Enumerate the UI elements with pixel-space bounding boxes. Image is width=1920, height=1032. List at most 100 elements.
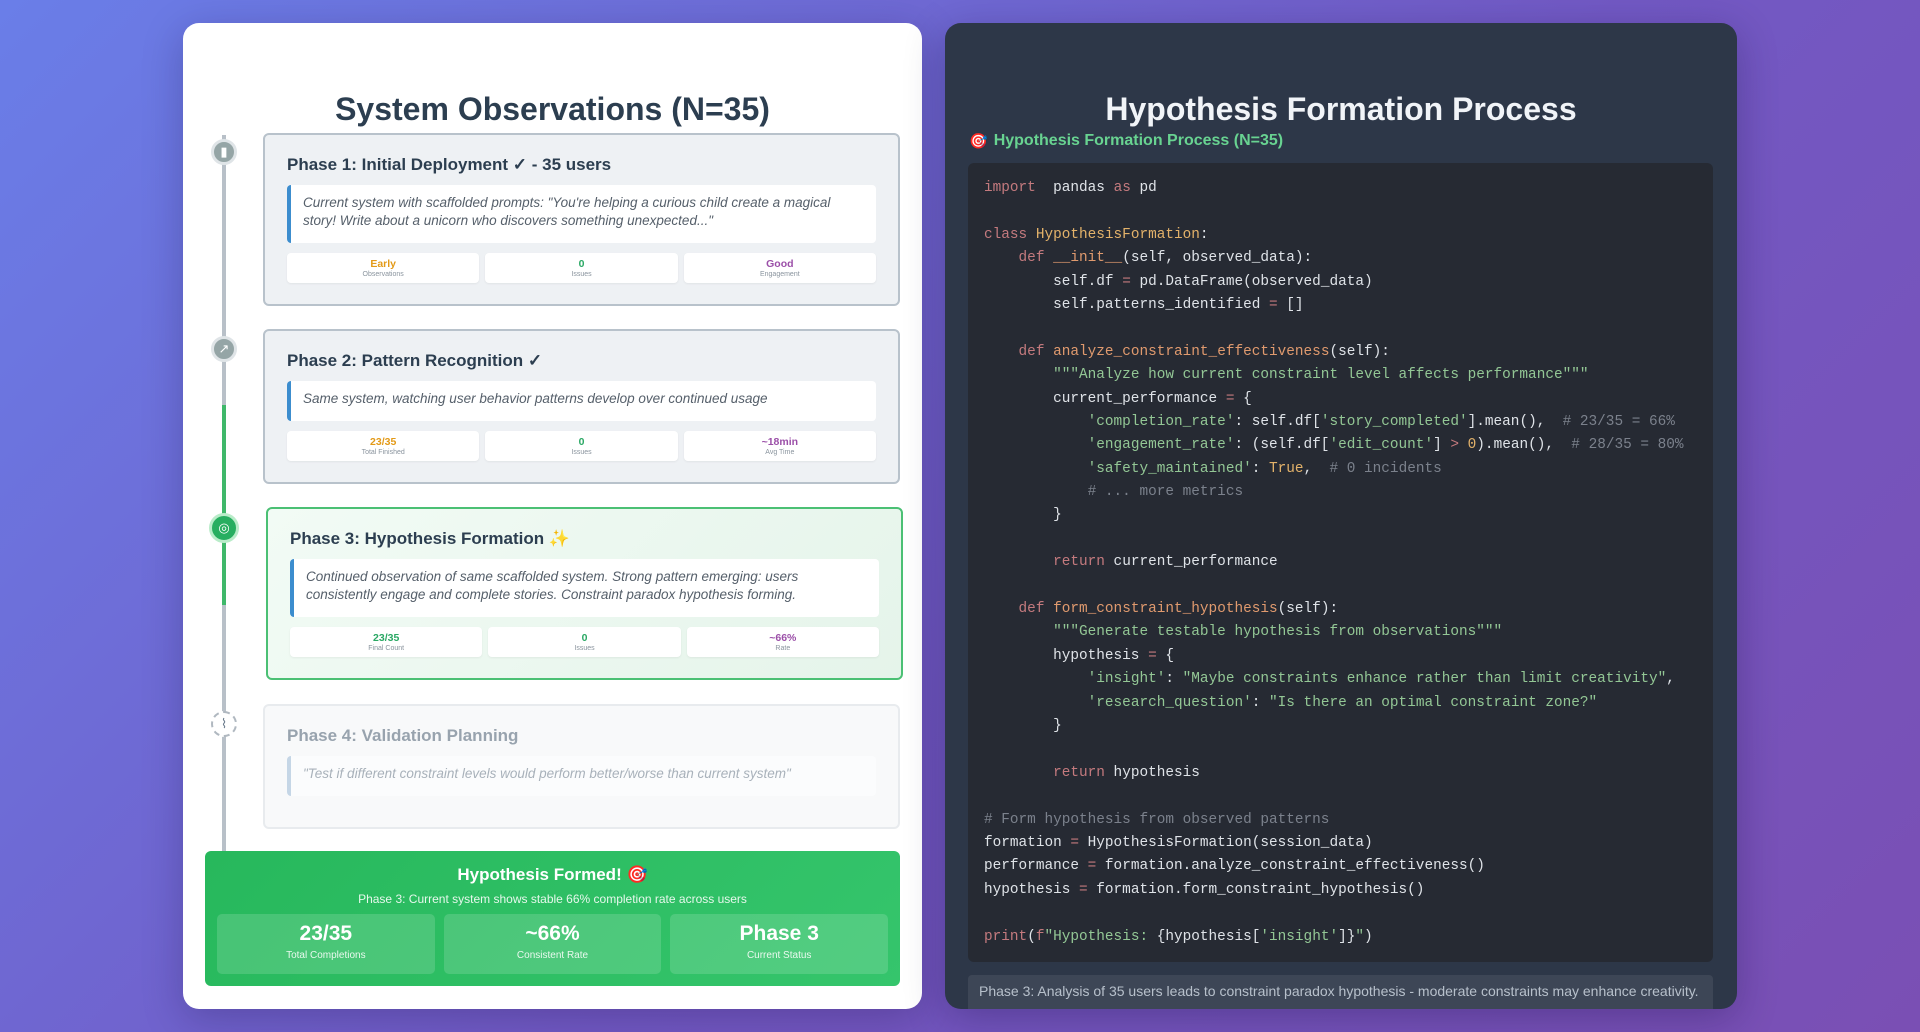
- code-token: 'completion_rate': [1087, 413, 1235, 430]
- code-token: :: [1165, 671, 1183, 688]
- panel-title: Hypothesis Formation Process: [1105, 91, 1577, 127]
- code-token: =: [1079, 881, 1088, 898]
- code-token: ,: [1303, 460, 1330, 477]
- phase-title: Phase 1: Initial Deployment ✓ - 35 users: [287, 155, 612, 174]
- code-line: """Generate testable hypothesis from obs…: [984, 621, 1684, 644]
- code-line: return current_performance: [984, 551, 1684, 574]
- code-lines: import pandas as pd class HypothesisForm…: [984, 177, 1684, 949]
- code-token: "Hypothesis:: [1044, 928, 1157, 945]
- code-token: 'engagement_rate': [1087, 437, 1235, 454]
- code-token: (self):: [1329, 343, 1390, 360]
- phase-note: Current system with scaffolded prompts: …: [287, 185, 876, 243]
- code-token: pd: [1130, 180, 1157, 196]
- code-token: class: [984, 226, 1028, 243]
- code-token: >: [1450, 437, 1460, 454]
- stat-label: Rate: [775, 645, 791, 652]
- code-token: =: [1070, 834, 1079, 851]
- code-line: 'safety_maintained': True, # 0 incidents: [984, 458, 1684, 481]
- code-token: form_constraint_hypothesis: [1053, 601, 1278, 618]
- code-line: """Analyze how current constraint level …: [984, 364, 1684, 387]
- code-line: 'research_question': "Is there an optima…: [984, 692, 1684, 715]
- stat-value: 23/35: [373, 632, 400, 644]
- stat-observations: Early Observations: [287, 253, 480, 283]
- stat-label: Issues: [571, 271, 592, 278]
- stat-label: Observations: [362, 271, 404, 278]
- code-token: def: [1018, 250, 1045, 267]
- summary-stat-rate: ~66% Consistent Rate: [443, 914, 662, 974]
- code-line: import pandas as pd: [984, 177, 1684, 200]
- code-line: }: [984, 504, 1684, 527]
- phase-title: Phase 4: Validation Planning: [287, 726, 519, 745]
- stat-value: 0: [581, 632, 588, 644]
- code-token: formation: [984, 834, 1071, 851]
- code-token: : self.df[: [1234, 413, 1321, 430]
- test-tube-icon: ⌇: [211, 711, 237, 737]
- code-section-title: Hypothesis Formation Process (N=35): [993, 132, 1284, 149]
- code-section-label: 🎯 Hypothesis Formation Process (N=35): [969, 132, 1283, 150]
- stat-issues: 0 Issues: [488, 627, 681, 657]
- stat-value: Good: [766, 258, 794, 270]
- code-token: {hypothesis[: [1156, 928, 1261, 945]
- code-line: hypothesis = {: [984, 645, 1684, 668]
- stat-value: Early: [370, 258, 396, 270]
- code-token: print: [984, 928, 1028, 945]
- code-token: ).mean(),: [1476, 437, 1572, 454]
- code-token: =: [1122, 273, 1131, 290]
- code-token: as: [1113, 180, 1131, 196]
- code-line: performance = formation.analyze_constrai…: [984, 855, 1684, 878]
- code-token: 'story_completed': [1320, 413, 1468, 430]
- code-token: ]: [1433, 437, 1451, 454]
- code-line: def form_constraint_hypothesis(self):: [984, 598, 1684, 621]
- code-token: ): [1364, 928, 1373, 945]
- code-token: """Analyze how current constraint level …: [1053, 367, 1589, 384]
- code-token: def: [1018, 343, 1045, 360]
- phase-card-3[interactable]: Phase 3: Hypothesis Formation ✨ Continue…: [266, 507, 903, 680]
- code-token: (self):: [1277, 601, 1339, 618]
- code-token: # ... more metrics: [1087, 484, 1244, 501]
- code-token: # 23/35 = 66%: [1562, 413, 1675, 430]
- code-token: {: [1156, 647, 1175, 664]
- chart-line-icon: ↗: [211, 336, 237, 362]
- phase-title: Phase 3: Hypothesis Formation ✨: [290, 529, 571, 548]
- phase-stats: Early Observations 0 Issues Good Engagem…: [287, 253, 876, 283]
- code-line: current_performance = {: [984, 388, 1684, 411]
- phase-stats: 23/35 Total Finished 0 Issues ~18min Avg…: [287, 431, 876, 461]
- stat-label: Issues: [574, 645, 595, 652]
- stat-avg-time: ~18min Avg Time: [683, 431, 876, 461]
- code-token: current_performance: [984, 390, 1226, 407]
- phase-note: Continued observation of same scaffolded…: [290, 559, 879, 617]
- code-line: return hypothesis: [984, 762, 1684, 785]
- panel-title: System Observations (N=35): [335, 91, 770, 127]
- chart-bar-icon: ▮: [211, 139, 237, 165]
- code-token: }: [984, 507, 1062, 524]
- code-token: 'safety_maintained': [1087, 460, 1252, 477]
- code-token: pd.DataFrame(observed_data): [1130, 273, 1373, 290]
- code-block[interactable]: import pandas as pd class HypothesisForm…: [968, 163, 1713, 962]
- code-token: # 0 incidents: [1329, 460, 1442, 477]
- code-token: 0: [1467, 437, 1477, 454]
- stat-value: ~18min: [761, 436, 799, 448]
- summary-stat-label: Current Status: [746, 950, 812, 961]
- phase-card-2[interactable]: Phase 2: Pattern Recognition ✓ Same syst…: [263, 329, 900, 484]
- code-token: """Generate testable hypothesis from obs…: [1053, 624, 1503, 641]
- code-token: 'insight': [1260, 928, 1339, 945]
- code-token: formation.form_constraint_hypothesis(): [1087, 881, 1425, 898]
- phase-card-1[interactable]: Phase 1: Initial Deployment ✓ - 35 users…: [263, 133, 900, 306]
- phase-card-4[interactable]: Phase 4: Validation Planning "Test if di…: [263, 704, 900, 829]
- stat-value: 0: [578, 258, 585, 270]
- code-token: pandas: [1035, 180, 1114, 196]
- summary-subtitle: Phase 3: Current system shows stable 66%…: [358, 892, 747, 906]
- code-token: hypothesis: [984, 881, 1079, 898]
- code-token: =: [1268, 296, 1278, 313]
